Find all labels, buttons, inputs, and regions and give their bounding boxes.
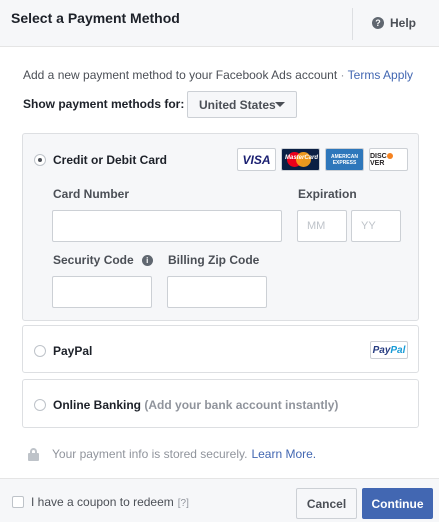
security-code-input[interactable] (52, 276, 152, 308)
discover-dot-icon (386, 152, 393, 159)
help-icon: ? (372, 17, 384, 29)
expiration-month-input[interactable] (297, 210, 347, 242)
country-dropdown[interactable]: United States (187, 91, 297, 118)
banking-radio[interactable] (34, 399, 46, 411)
amex-text-line2: EXPRESS (332, 159, 357, 166)
paypal-option[interactable]: PayPal Pay Pal (22, 325, 419, 373)
zip-code-input[interactable] (167, 276, 267, 308)
card-number-label: Card Number (53, 187, 130, 201)
banking-sublabel: (Add your bank account instantly) (144, 398, 339, 412)
country-selected: United States (199, 97, 276, 112)
amex-logo-icon: AMERICAN EXPRESS (325, 148, 364, 171)
dialog-footer: I have a coupon to redeem [?] Cancel Cont… (0, 478, 439, 522)
paypal-logo-pal: Pal (390, 344, 406, 356)
discover-logo-icon: DISCVER (369, 148, 408, 171)
paypal-logo-pay: Pay (372, 344, 391, 356)
info-icon[interactable]: i (141, 255, 153, 266)
paypal-logo-icon: Pay Pal (370, 341, 408, 359)
visa-logo-icon: VISA (237, 148, 276, 171)
discover-text-a: DISC (370, 152, 387, 160)
card-radio[interactable] (34, 154, 46, 166)
banking-option-label[interactable]: Online Banking (Add your bank account in… (53, 398, 338, 412)
card-option-label[interactable]: Credit or Debit Card (53, 153, 167, 167)
help-label: Help (390, 16, 417, 30)
mastercard-text: MasterCard (285, 155, 319, 161)
card-number-input[interactable] (52, 210, 282, 242)
coupon-checkbox[interactable] (12, 496, 24, 508)
card-payment-panel: Credit or Debit Card VISA MasterCard AME… (22, 133, 419, 321)
banking-label: Online Banking (53, 398, 142, 412)
intro-text: Add a new payment method to your Faceboo… (23, 68, 413, 82)
caret-down-icon (275, 102, 285, 107)
expiration-label: Expiration (298, 187, 357, 201)
continue-button[interactable]: Continue (362, 488, 433, 519)
security-code-label: Security Code i (53, 253, 153, 267)
terms-link[interactable]: Terms Apply (348, 68, 413, 82)
intro-message: Add a new payment method to your Faceboo… (23, 68, 338, 82)
discover-text-b: VER (370, 159, 385, 167)
online-banking-option[interactable]: Online Banking (Add your bank account in… (22, 379, 419, 428)
cancel-button[interactable]: Cancel (296, 488, 357, 519)
paypal-radio[interactable] (34, 345, 46, 357)
dialog-title: Select a Payment Method (11, 10, 180, 26)
secure-text: Your payment info is stored securely. (52, 447, 248, 461)
country-label: Show payment methods for: (23, 97, 185, 111)
learn-more-link[interactable]: Learn More. (251, 447, 316, 461)
coupon-help-link[interactable]: [?] (178, 498, 189, 509)
visa-text: VISA (242, 152, 271, 167)
header-divider (352, 8, 353, 40)
dialog-header: Select a Payment Method ? Help (0, 0, 439, 47)
coupon-label[interactable]: I have a coupon to redeem [?] (31, 495, 189, 509)
paypal-option-label[interactable]: PayPal (53, 344, 92, 358)
lock-icon (28, 447, 39, 461)
help-button[interactable]: ? Help (372, 16, 416, 30)
secure-note: Your payment info is stored securely. Le… (28, 447, 316, 461)
zip-code-label: Billing Zip Code (168, 253, 260, 267)
expiration-year-input[interactable] (351, 210, 401, 242)
mastercard-logo-icon: MasterCard (281, 148, 320, 171)
coupon-text: I have a coupon to redeem (31, 495, 174, 509)
intro-separator: · (340, 68, 345, 82)
security-code-text: Security Code (53, 253, 134, 267)
